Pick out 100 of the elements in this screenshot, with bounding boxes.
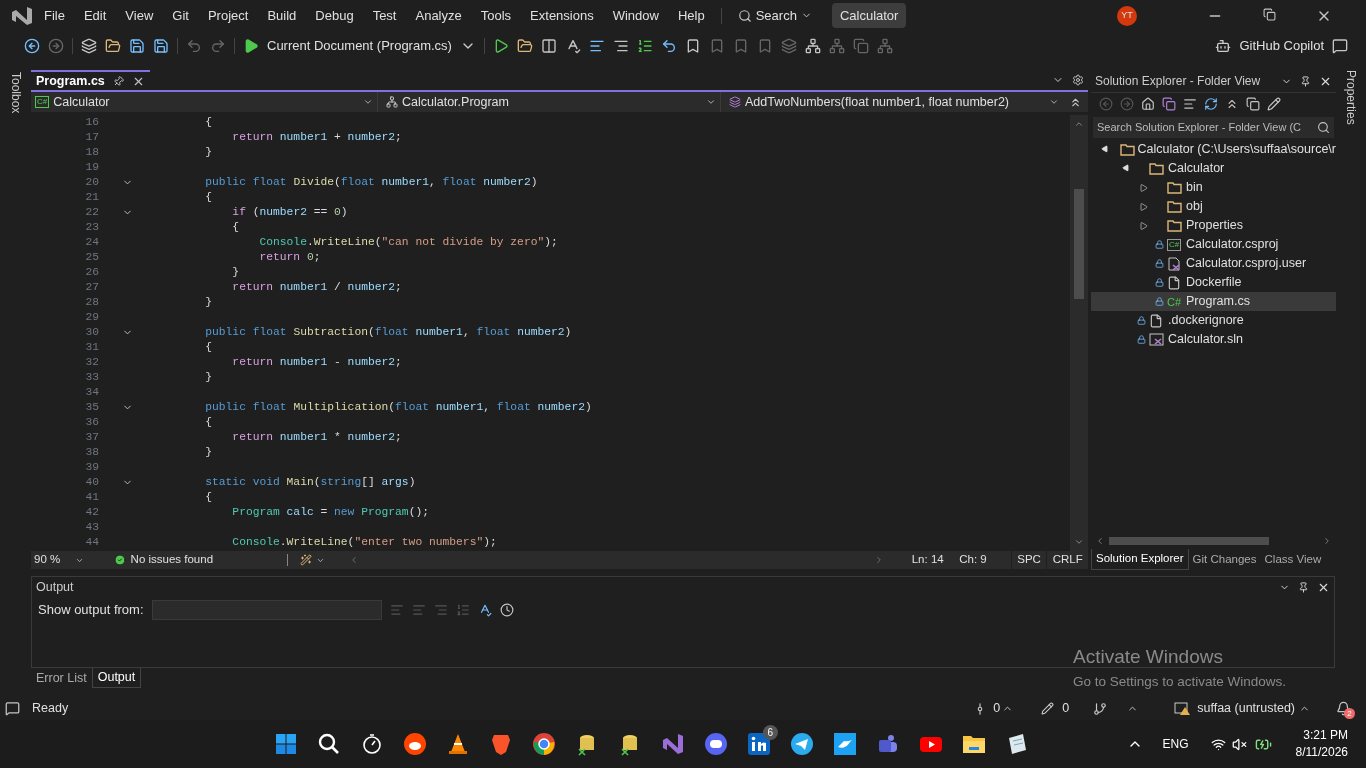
member-dropdown[interactable]: AddTwoNumbers(float number1, float number2) xyxy=(745,92,1045,112)
clock-time[interactable]: 3:21 PM xyxy=(1303,727,1348,744)
mute-icon[interactable] xyxy=(1231,736,1247,752)
tree-item[interactable]: Calculator (C:\Users\suffaa\source\r xyxy=(1091,140,1336,159)
tree-item[interactable]: bin xyxy=(1091,178,1336,197)
menu-item[interactable]: Help xyxy=(677,5,705,26)
search-icon[interactable] xyxy=(1317,121,1330,134)
menu-item[interactable]: Git xyxy=(172,5,189,26)
scrollbar-thumb[interactable] xyxy=(1074,189,1084,299)
play-icon[interactable] xyxy=(243,37,259,54)
clock-date[interactable]: 8/11/2026 xyxy=(1295,744,1348,761)
copilot-icon[interactable] xyxy=(1215,37,1232,54)
panel-tab[interactable]: Git Changes xyxy=(1188,549,1261,570)
expanded-icon[interactable] xyxy=(1100,144,1110,155)
save-all-icon[interactable] xyxy=(153,37,169,54)
menu-item[interactable]: Window xyxy=(612,5,659,26)
forward-icon[interactable] xyxy=(48,37,64,54)
menu-item[interactable]: Extensions xyxy=(530,5,594,26)
menu-item[interactable]: View xyxy=(125,5,154,26)
app-icon[interactable] xyxy=(402,732,427,756)
scrollbar-thumb[interactable] xyxy=(1109,537,1269,545)
menu-item[interactable]: Project xyxy=(207,5,249,26)
scroll-up-icon[interactable] xyxy=(1074,119,1084,129)
collapsed-icon[interactable] xyxy=(1140,221,1148,230)
bell-icon[interactable] xyxy=(1336,701,1351,716)
tree-item[interactable]: Properties xyxy=(1091,216,1336,235)
save-icon[interactable] xyxy=(129,37,145,54)
tree-item[interactable]: obj xyxy=(1091,197,1336,216)
start-icon[interactable] xyxy=(273,732,298,756)
scroll-right-icon[interactable] xyxy=(1322,536,1332,546)
caret-icon[interactable] xyxy=(1049,97,1059,107)
search-icon[interactable] xyxy=(316,732,341,756)
edit-count[interactable]: 0 xyxy=(1062,699,1070,718)
expanded-icon[interactable] xyxy=(1121,163,1131,174)
redo-icon[interactable] xyxy=(210,37,226,54)
scroll-left-icon[interactable] xyxy=(1095,536,1105,546)
edit-icon[interactable] xyxy=(1041,702,1055,715)
pin-icon[interactable] xyxy=(1298,581,1309,593)
menu-item[interactable]: Analyze xyxy=(415,5,462,26)
class-dropdown[interactable]: Calculator.Program xyxy=(402,92,702,112)
search-icon[interactable] xyxy=(737,8,752,23)
tree-item[interactable]: Calculator.csproj.user xyxy=(1091,254,1336,273)
side-tab[interactable]: Toolbox xyxy=(6,72,25,114)
side-tab[interactable]: Properties xyxy=(1341,70,1360,125)
panel-tab[interactable]: Output xyxy=(91,668,142,688)
feedback-icon[interactable] xyxy=(1332,37,1348,54)
line-ending[interactable]: CRLF xyxy=(1046,551,1088,569)
code-line: public float Divide(float number1, float number2) xyxy=(204,175,538,191)
panel-tab[interactable]: Error List xyxy=(31,668,92,688)
collapsed-icon[interactable] xyxy=(1140,183,1148,192)
browser-icon[interactable] xyxy=(531,732,556,756)
project-dropdown[interactable]: Calculator xyxy=(53,92,359,112)
bird-icon[interactable] xyxy=(832,732,857,756)
paper-plane-icon[interactable] xyxy=(789,732,814,756)
wifi-icon[interactable] xyxy=(1210,736,1226,752)
tree-item[interactable]: Calculator xyxy=(1091,159,1336,178)
scroll-down-icon[interactable] xyxy=(1074,537,1084,547)
menu-item[interactable]: Edit xyxy=(83,5,107,26)
refresh-icon[interactable] xyxy=(1204,96,1218,111)
settings-icon[interactable] xyxy=(1072,74,1084,86)
restore-icon[interactable] xyxy=(1263,7,1276,21)
layout-icon[interactable] xyxy=(540,37,557,54)
zoom-dropdown[interactable]: 90 % xyxy=(31,551,75,569)
menu-item[interactable]: Test xyxy=(372,5,397,26)
language-indicator[interactable]: ENG xyxy=(1162,735,1189,753)
pin-icon[interactable] xyxy=(1300,75,1311,87)
tree-item[interactable]: Calculator.sln xyxy=(1091,330,1336,349)
copilot-button[interactable]: GitHub Copilot xyxy=(1239,35,1324,56)
file-icon xyxy=(1149,313,1163,328)
search-button[interactable]: Search xyxy=(755,5,797,26)
indent-mode[interactable]: SPC xyxy=(1010,551,1047,569)
avatar[interactable]: YT xyxy=(1117,5,1137,26)
caret-icon[interactable] xyxy=(706,97,716,107)
menu-item[interactable]: Tools xyxy=(480,5,512,26)
tree-item[interactable]: C# Calculator.csproj xyxy=(1091,235,1336,254)
stack-icon[interactable] xyxy=(780,37,797,54)
collapsed-icon[interactable] xyxy=(1140,202,1148,211)
commit-count[interactable]: 0 xyxy=(993,699,1001,718)
clock-icon[interactable] xyxy=(499,603,514,617)
menu-item[interactable]: Build xyxy=(267,5,297,26)
tree-item[interactable]: C# Program.cs xyxy=(1091,292,1336,311)
panel-tab[interactable]: Class View xyxy=(1260,549,1326,570)
find-folder-icon[interactable] xyxy=(516,37,533,54)
editor-app-icon[interactable] xyxy=(660,732,685,756)
tree-item[interactable]: Dockerfile xyxy=(1091,273,1336,292)
menu-item[interactable]: Debug xyxy=(315,5,354,26)
menu-item[interactable]: File xyxy=(44,5,65,26)
open-folder-icon[interactable] xyxy=(105,37,121,54)
home-icon[interactable] xyxy=(1141,96,1155,111)
notification-icon[interactable] xyxy=(5,701,20,716)
branch-icon[interactable] xyxy=(1093,701,1108,716)
user-status[interactable]: suffaa (untrusted) xyxy=(1197,699,1295,718)
caret-icon[interactable] xyxy=(363,97,373,107)
chat-icon[interactable] xyxy=(703,732,728,756)
undo-icon[interactable] xyxy=(186,37,202,54)
issues-status[interactable]: No issues found xyxy=(130,551,288,569)
back-icon[interactable] xyxy=(24,37,40,54)
run-button[interactable]: Current Document (Program.cs) xyxy=(267,35,452,56)
panel-tab[interactable]: Solution Explorer xyxy=(1091,549,1189,570)
tree-item[interactable]: .dockerignore xyxy=(1091,311,1336,330)
